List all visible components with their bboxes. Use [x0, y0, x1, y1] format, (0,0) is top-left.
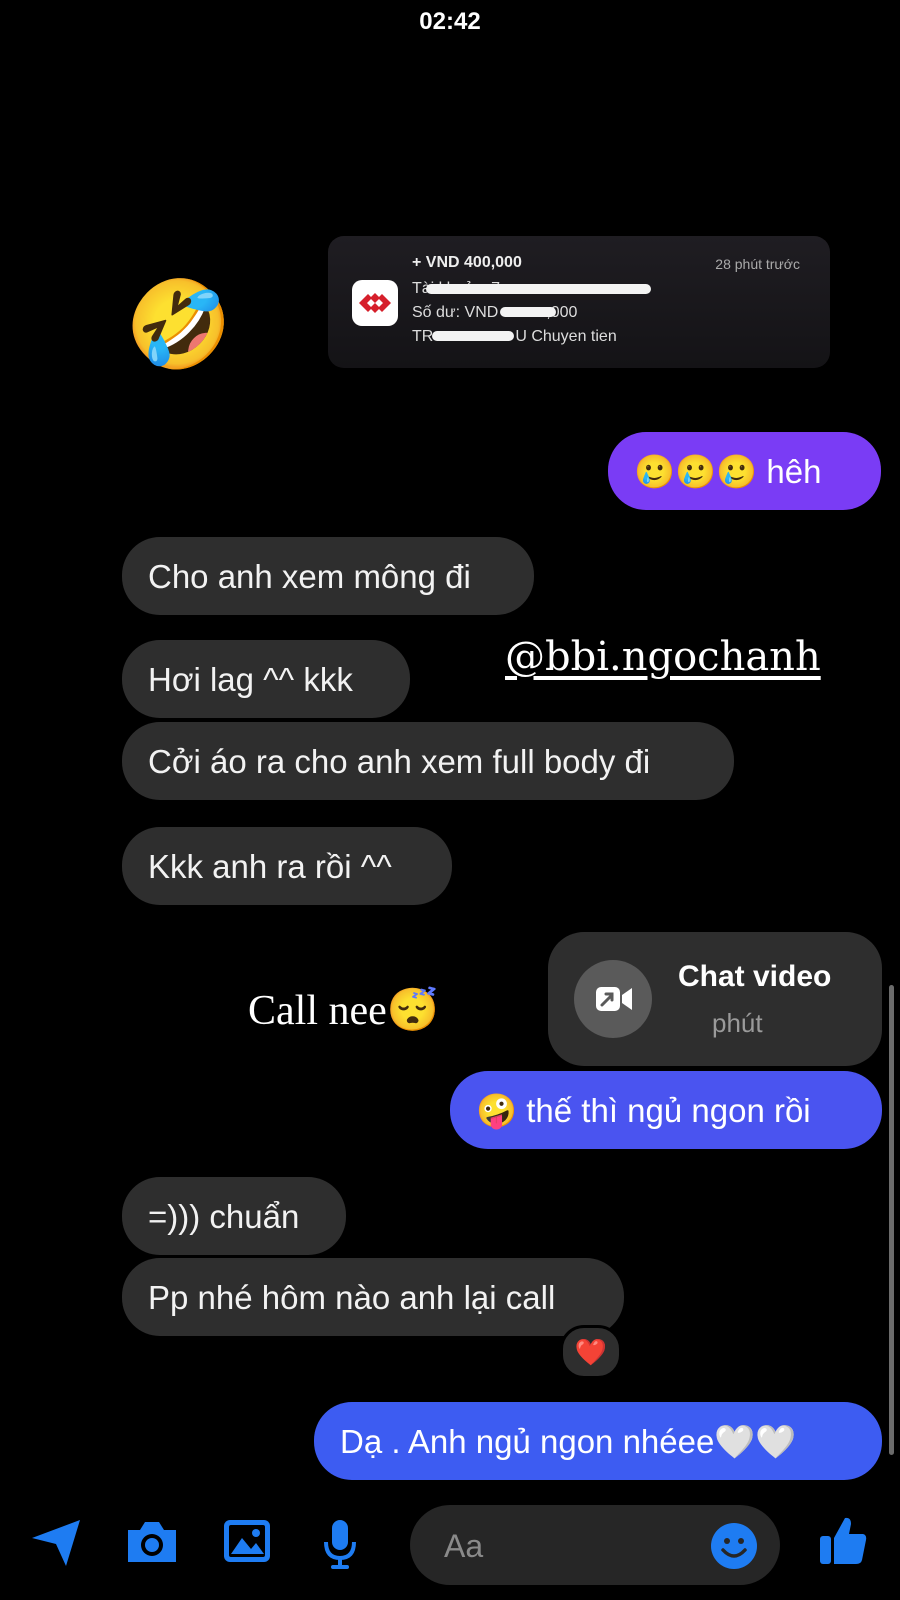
message-incoming[interactable]: Hơi lag ^^ kkk [122, 640, 410, 718]
content-value: U Chuyen tien [515, 328, 617, 345]
bank-logo-icon [352, 280, 398, 326]
message-incoming[interactable]: Kkk anh ra rồi ^^ [122, 827, 452, 905]
message-outgoing[interactable]: Dạ . Anh ngủ ngon nhéee🤍🤍 [314, 1402, 882, 1480]
video-call-duration: phút [712, 1008, 763, 1038]
heart-reaction[interactable]: ❤️ [560, 1325, 622, 1379]
content-prefix: TR [412, 328, 434, 345]
scrollbar[interactable] [889, 985, 894, 1455]
video-call-title: Chat video [678, 960, 832, 993]
message-outgoing[interactable]: 🤪 thế thì ngủ ngon rồi [450, 1071, 882, 1149]
message-input[interactable] [442, 1525, 706, 1567]
message-outgoing[interactable]: 🥲🥲🥲 hêh [608, 432, 881, 510]
video-call-card[interactable]: Chat video phút [548, 932, 882, 1066]
laughing-emoji: 🤣 [125, 277, 233, 373]
redaction-mark [432, 331, 514, 341]
message-incoming[interactable]: =))) chuẩn [122, 1177, 346, 1255]
balance-label: Số dư: VND [412, 304, 499, 321]
message-incoming[interactable]: Cho anh xem mông đi [122, 537, 534, 615]
emoji-icon[interactable] [710, 1522, 758, 1570]
redaction-mark [426, 284, 651, 294]
overlay-caption: Call nee😴 [248, 988, 440, 1034]
gallery-icon[interactable] [222, 1518, 272, 1569]
send-location-icon[interactable] [30, 1518, 82, 1573]
message-incoming[interactable]: Cởi áo ra cho anh xem full body đi [122, 722, 734, 800]
message-incoming[interactable]: Pp nhé hôm nào anh lại call [122, 1258, 624, 1336]
video-call-icon [574, 960, 652, 1038]
status-bar-time: 02:42 [419, 8, 481, 35]
microphone-icon[interactable] [322, 1518, 358, 1575]
notification-amount: + VND 400,000 [412, 254, 522, 271]
bank-notification: + VND 400,000 28 phút trước Tài khoản: 7… [328, 236, 830, 368]
redaction-mark [500, 307, 556, 317]
watermark-handle: @bbi.ngochanh [505, 634, 821, 680]
message-input-container[interactable] [410, 1505, 780, 1585]
camera-icon[interactable] [124, 1518, 180, 1571]
thumbs-up-icon[interactable] [818, 1514, 868, 1571]
notification-time: 28 phút trước [715, 256, 800, 272]
